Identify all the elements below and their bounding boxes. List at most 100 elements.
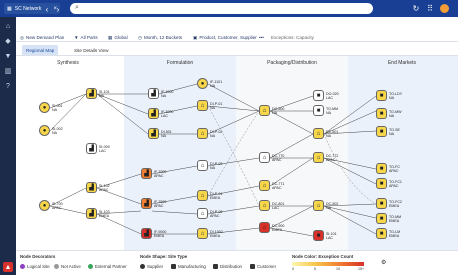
customer-icon: ■	[376, 108, 387, 119]
distribution-icon: ⌂	[197, 128, 208, 139]
site-node[interactable]: ● SI-700 APAC	[39, 200, 63, 211]
site-node[interactable]: ⌂ DI-1002 EMEA	[197, 228, 223, 239]
manufacturing-icon: ▟	[141, 198, 152, 209]
scale-tick: 10	[336, 267, 340, 271]
site-node[interactable]: ⌂ DC-770 APAC	[259, 152, 284, 163]
site-node[interactable]: ▟ IF-1000 NA	[148, 88, 173, 99]
supplier-icon: ●	[197, 78, 208, 89]
manufacturing-icon	[171, 264, 176, 269]
new-demand-plan-button[interactable]: ◎ New Demand Plan	[20, 33, 64, 42]
distribution-icon: ⌂	[259, 222, 270, 233]
help-icon[interactable]: ?	[3, 81, 13, 91]
avatar[interactable]	[438, 2, 450, 14]
manufacturing-icon: ▟	[148, 128, 159, 139]
site-node[interactable]: ⌂ DC-501 NA	[313, 128, 338, 139]
more-options-button[interactable]: •••	[259, 33, 264, 42]
legend-supplier: Supplier	[140, 264, 163, 269]
site-node[interactable]: ▟ SI-103 EMEA	[86, 208, 110, 219]
exceptions-selector[interactable]: Exceptions: Capacity	[271, 33, 314, 42]
app-logo-icon: ▲	[3, 262, 13, 272]
site-node[interactable]: ⌂ DC-900 EMEA	[259, 222, 284, 233]
manufacturing-icon: ▟	[141, 168, 152, 179]
forward-icon[interactable]: ›	[52, 3, 64, 15]
site-node[interactable]: ■ DO-020 LAC	[313, 90, 339, 101]
site-node[interactable]: ▟ SI-102 APAC	[86, 182, 110, 193]
region-filter-button[interactable]: ▦ Global	[108, 33, 128, 42]
manufacturing-icon: ▟	[86, 208, 97, 219]
refresh-icon[interactable]: ↻	[410, 2, 422, 14]
grid-icon: ▦	[7, 5, 12, 12]
site-node[interactable]: ⌂ DC-502 NA	[313, 200, 338, 211]
site-node[interactable]: ⌂ DI-P-01 NA	[197, 100, 222, 111]
network-canvas[interactable]: Synthesis Formulation Packaging/Distribu…	[16, 56, 458, 250]
supplier-icon	[140, 264, 145, 269]
parts-filter-button[interactable]: ▼ All Parts	[74, 33, 98, 42]
manufacturing-icon: ▟	[148, 108, 159, 119]
supplier-icon: ●	[39, 102, 50, 113]
legend-distribution: Distribution	[213, 264, 242, 269]
site-node[interactable]: ⌂ DI-P-04 EMEA	[197, 190, 222, 201]
search-bar[interactable]: ⌕	[70, 3, 373, 14]
site-node[interactable]: ● IF-1101 NA	[197, 78, 222, 89]
home-icon[interactable]: ⌂	[3, 21, 13, 31]
site-node[interactable]: ● SI-001 NA	[39, 102, 63, 113]
plan-icon: ◎	[20, 34, 25, 40]
manufacturing-icon: ▟	[86, 88, 97, 99]
site-node[interactable]: ■ SI-101 LAC	[313, 230, 337, 241]
site-node[interactable]: ▟ SI-101 NA	[86, 88, 110, 99]
site-node[interactable]: ⌂ DC-771 APAC	[259, 180, 284, 191]
site-node[interactable]: ■ TO-MM EMEA	[376, 213, 401, 224]
site-node[interactable]: ⌂ DI-P-06 APAC	[197, 208, 222, 219]
tab-regional-map[interactable]: Regional Map	[22, 45, 59, 55]
scale-tick: 0	[292, 267, 294, 271]
legend-customer: Customer	[250, 264, 276, 269]
legend-not-active: Not Active	[54, 264, 81, 269]
left-sidebar: ⌂ ◆ ▼ ▥ ? ▲	[0, 17, 16, 275]
filter-icon[interactable]: ▼	[3, 51, 13, 61]
distribution-icon: ⌂	[259, 152, 270, 163]
site-node[interactable]: ■ TO-SE NA	[376, 126, 400, 137]
site-node[interactable]: ■ TO-LM EMEA	[376, 228, 400, 239]
site-node[interactable]: ■ TO-MW NA	[376, 108, 402, 119]
bookmark-icon[interactable]: ◆	[3, 36, 13, 46]
site-node[interactable]: ▟ DI-501 NA	[148, 128, 172, 139]
chart-icon[interactable]: ▥	[3, 66, 13, 76]
customer-icon: ■	[376, 178, 387, 189]
tab-site-details-view[interactable]: Site Details View	[70, 45, 112, 55]
apps-icon[interactable]: ⠿	[424, 2, 436, 14]
site-node[interactable]: ▟ IF-3000 LAC	[148, 108, 173, 119]
legend-decorators-title: Node Decorators	[20, 254, 56, 259]
supplier-icon: ●	[39, 200, 50, 211]
site-node[interactable]: ⌂ DC-500 NA	[259, 105, 284, 116]
settings-icon[interactable]: ⚙	[381, 259, 386, 266]
site-node[interactable]: ● SI-002 NA	[39, 125, 63, 136]
distribution-icon: ⌂	[313, 152, 324, 163]
site-node[interactable]: ▟ IF-7500 APAC	[141, 198, 166, 209]
site-node[interactable]: ⌂ DI-P-03 NA	[197, 160, 222, 171]
product-filter-button[interactable]: ▣ Product, Customer, Supplier	[193, 33, 257, 42]
manufacturing-icon: ▟	[148, 88, 159, 99]
site-node[interactable]: ■ TO-FC2 EMEA	[376, 198, 402, 209]
site-node[interactable]: ▟ IF-7000 APAC	[141, 168, 166, 179]
customer-icon: ■	[313, 230, 324, 241]
cube-icon: ▣	[193, 34, 198, 40]
supplier-icon: ●	[39, 125, 50, 136]
time-buckets-button[interactable]: ◷ Month, 12 Buckets	[138, 33, 182, 42]
site-node[interactable]: ⌂ DI-P-02 NA	[197, 128, 222, 139]
site-node[interactable]: ⌂ DC-772 APAC	[313, 152, 338, 163]
customer-icon: ■	[376, 90, 387, 101]
site-node[interactable]: ■ TO-FC1 APAC	[376, 178, 402, 189]
site-node[interactable]: ▟ IF-9000 EMEA	[141, 228, 166, 239]
site-node[interactable]: ■ TO-FC APAC	[376, 163, 400, 174]
site-node[interactable]: ■ TO-MM NA	[313, 105, 338, 116]
legend-logical-site: Logical Site	[20, 264, 50, 269]
site-node[interactable]: ■ TO-LDY NA	[376, 90, 402, 101]
manufacturing-icon: ▟	[86, 182, 97, 193]
site-node[interactable]: ⌂ DC-801 LAC	[259, 200, 284, 211]
legend-shape-title: Node Shape: Site Type	[140, 254, 188, 259]
site-node[interactable]: ▟ SI-009 LAC	[86, 143, 110, 154]
logical-site-icon	[20, 264, 25, 269]
distribution-icon: ⌂	[259, 180, 270, 191]
legend: Node Decorators Logical Site Not Active …	[16, 250, 458, 275]
distribution-icon	[213, 264, 218, 269]
